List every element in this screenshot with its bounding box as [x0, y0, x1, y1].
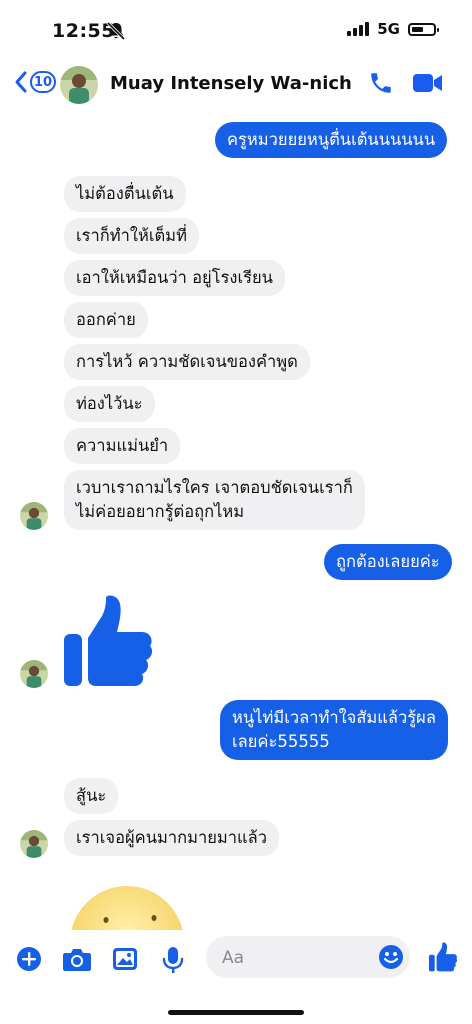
message-outgoing[interactable]: ครูหมวยยยหนูตื่นเต้นนนนนน [215, 122, 448, 158]
message-composer [0, 930, 472, 1024]
message-outgoing-multiline[interactable]: หนูไท่มีเวลาทำใจสัมแล้วรู้ผล เลยค่ะ55555 [220, 700, 448, 760]
contact-name[interactable]: Muay Intensely Wa-nich [110, 73, 352, 94]
message-incoming[interactable]: เราก็ทำให้เต็มที่ [64, 218, 199, 254]
message-incoming[interactable]: สู้นะ [64, 778, 119, 814]
contact-avatar-small [20, 502, 48, 530]
home-indicator [168, 1010, 304, 1015]
thumbs-up-icon[interactable] [428, 942, 458, 972]
message-line: ไม่ค่อยอยากรู้ต่อถุกไหม [76, 502, 245, 521]
message-incoming[interactable]: ออกค่าย [64, 302, 148, 338]
contact-avatar-small [20, 660, 48, 688]
message-incoming[interactable]: เราเจอผู้คนมากมายมาแล้ว [64, 820, 280, 856]
message-outgoing[interactable]: ถูกต้องเลยยค่ะ [324, 544, 452, 580]
unread-count-badge: 10 [30, 71, 57, 93]
plus-icon[interactable] [16, 946, 42, 972]
message-line: เวบาเราถามไรใคร เจาตอบชัดเจนเราก็ [76, 478, 353, 497]
message-line: เลยค่ะ55555 [232, 732, 330, 751]
image-icon[interactable] [112, 946, 138, 972]
phone-icon[interactable] [368, 70, 394, 96]
avatar-image [20, 660, 48, 688]
message-incoming[interactable]: การไหว้ ความชัดเจนของคำพูด [64, 344, 310, 380]
message-input[interactable] [220, 936, 374, 980]
status-bar: 12:55 5G [0, 0, 472, 62]
message-incoming[interactable]: ความแม่นยำ [64, 428, 181, 464]
message-incoming[interactable]: ไม่ต้องตื่นเต้น [64, 176, 186, 212]
contact-avatar[interactable] [60, 66, 98, 104]
signal-icon [347, 22, 370, 36]
chat-header: 10 Muay Intensely Wa-nich [0, 62, 472, 108]
avatar-image [20, 502, 48, 530]
back-button[interactable]: 10 [14, 70, 57, 94]
back-chevron-icon [15, 71, 27, 93]
network-label: 5G [377, 20, 400, 38]
thumbs-up-icon[interactable] [62, 594, 154, 688]
avatar-image [20, 830, 48, 858]
message-incoming[interactable]: ท่องไว้นะ [64, 386, 155, 422]
battery-icon [408, 22, 439, 36]
message-incoming-multiline[interactable]: เวบาเราถามไรใคร เจาตอบชัดเจนเราก็ ไม่ค่อ… [64, 470, 365, 530]
bell-off-icon [106, 22, 126, 40]
message-incoming[interactable]: เอาให้เหมือนว่า อยู่โรงเรียน [64, 260, 285, 296]
message-input-container[interactable] [206, 936, 410, 980]
emoji-icon[interactable] [378, 944, 404, 970]
camera-icon[interactable] [62, 946, 92, 972]
avatar-image [60, 66, 98, 104]
message-line: หนูไท่มีเวลาทำใจสัมแล้วรู้ผล [232, 708, 436, 727]
microphone-icon[interactable] [162, 946, 184, 974]
contact-avatar-small [20, 830, 48, 858]
video-camera-icon[interactable] [412, 72, 444, 94]
status-indicators: 5G [347, 20, 439, 38]
